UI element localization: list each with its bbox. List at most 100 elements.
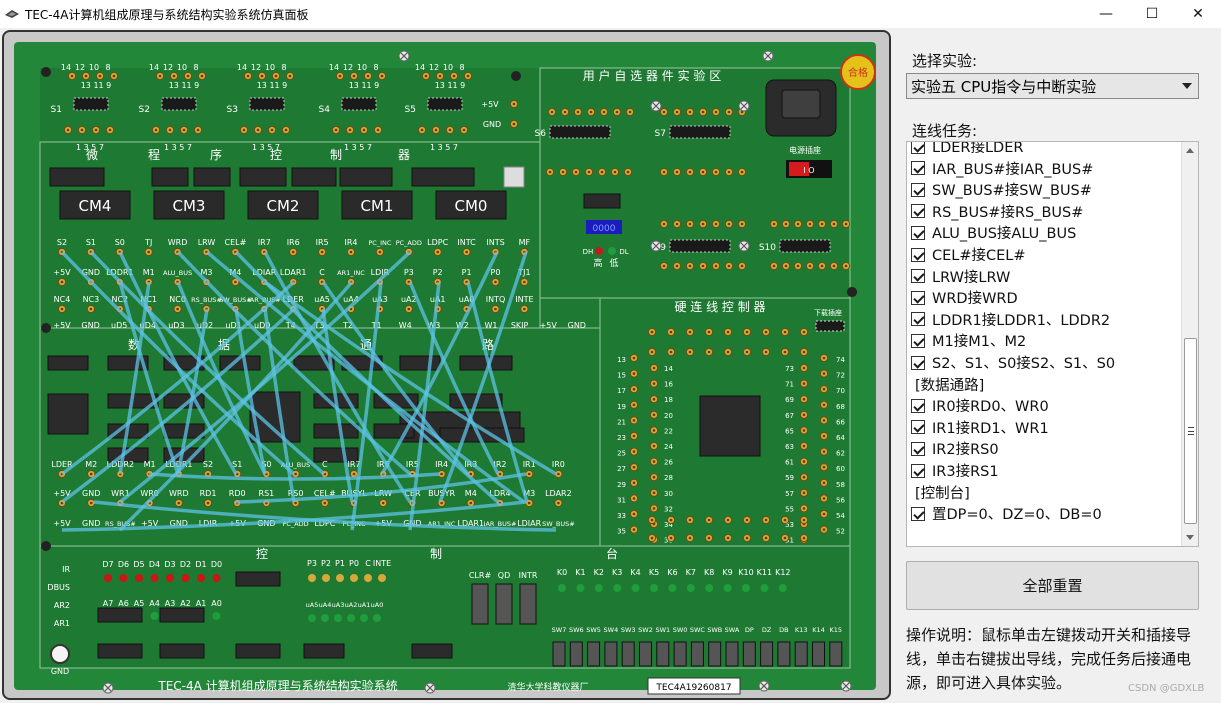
dip-switch-body[interactable] (549, 125, 611, 139)
maximize-button[interactable]: ☐ (1129, 0, 1175, 28)
jack-hole (707, 350, 711, 354)
toggle-switch[interactable] (604, 641, 618, 667)
dip-switch-body[interactable] (249, 97, 285, 111)
toggle-switch[interactable] (569, 641, 583, 667)
toggle-switch[interactable] (708, 641, 722, 667)
task-item[interactable]: IR1接RD1、WR1 (911, 417, 1049, 438)
scroll-down-icon[interactable] (1186, 535, 1194, 540)
dip-switch-body[interactable] (669, 125, 731, 139)
jack-hole (650, 518, 654, 522)
task-checkbox[interactable] (911, 441, 925, 456)
k-label: K4 (630, 568, 640, 577)
task-item[interactable]: IR0接RD0、WR0 (911, 395, 1049, 416)
console-pushbutton[interactable] (471, 583, 489, 625)
task-checkbox[interactable] (911, 333, 925, 348)
task-item[interactable]: LRW接LRW (911, 266, 1010, 287)
close-button[interactable]: ✕ (1175, 0, 1221, 28)
addr-led-icon (150, 612, 159, 620)
scroll-up-icon[interactable] (1186, 148, 1194, 153)
console-pushbutton[interactable] (519, 583, 537, 625)
toggle-switch[interactable] (587, 641, 601, 667)
task-checkbox[interactable] (911, 182, 925, 197)
task-item[interactable]: IR2接RS0 (911, 438, 999, 459)
toggle-switch[interactable] (639, 641, 652, 667)
signal-label: M4 (465, 489, 477, 498)
task-item[interactable]: 置DP=0、DZ=0、DB=0 (911, 503, 1102, 524)
grip-icon (1188, 427, 1194, 435)
k-label: K11 (757, 568, 772, 577)
jack-hole (424, 74, 428, 78)
task-item[interactable]: RS_BUS#接RS_BUS# (911, 201, 1083, 222)
task-checkbox[interactable] (911, 463, 925, 478)
pin-number: 8 (459, 63, 464, 72)
toggle-switch[interactable] (829, 641, 843, 667)
task-checkbox[interactable] (911, 204, 925, 219)
dip-switch-body[interactable] (161, 97, 197, 111)
reset-all-button[interactable]: 全部重置 (906, 561, 1199, 610)
task-list[interactable]: LDER接LDER IAR_BUS#接IAR_BUS# SW_BUS#接SW_BUS… (906, 141, 1199, 547)
jack-hole (632, 372, 636, 375)
task-item[interactable]: CEL#接CEL# (911, 244, 1026, 265)
toggle-switch[interactable] (760, 641, 774, 667)
toggle-switch[interactable] (742, 641, 756, 667)
k-label: K6 (667, 568, 677, 577)
toggle-switch[interactable] (812, 641, 825, 667)
toggle-switch[interactable] (794, 641, 808, 667)
dip-switch-body[interactable] (669, 239, 731, 253)
task-checkbox[interactable] (911, 355, 925, 370)
task-item[interactable]: M1接M1、M2 (911, 330, 1026, 351)
cm-label: CM2 (267, 197, 300, 215)
task-item[interactable]: ALU_BUS接ALU_BUS (911, 222, 1076, 243)
toggle-switch[interactable] (777, 641, 791, 667)
task-item[interactable]: IAR_BUS#接IAR_BUS# (911, 158, 1093, 179)
jack-hole (632, 465, 636, 469)
led-dh-icon (595, 247, 603, 255)
dip-switch-body[interactable] (341, 97, 377, 111)
task-list-scrollbar[interactable] (1181, 142, 1198, 546)
task-item[interactable]: WRD接WRD (911, 287, 1018, 308)
task-item[interactable]: SW_BUS#接SW_BUS# (911, 179, 1092, 200)
task-checkbox[interactable] (911, 161, 925, 176)
minimize-button[interactable]: — (1083, 0, 1129, 28)
toggle-switch[interactable] (656, 641, 670, 667)
signal-label: NC3 (83, 295, 100, 304)
task-checkbox[interactable] (911, 225, 925, 240)
task-checkbox[interactable] (911, 398, 925, 413)
task-checkbox[interactable] (911, 247, 925, 262)
jack-hole (557, 472, 560, 476)
task-item[interactable]: LDER接LDER (911, 142, 1023, 157)
experiment-select[interactable]: 实验五 CPU指令与中断实验 (906, 73, 1199, 99)
jack-hole (650, 350, 654, 354)
console-pushbutton[interactable] (495, 583, 513, 625)
download-port[interactable] (815, 320, 845, 332)
task-label: SW_BUS#接SW_BUS# (932, 183, 1092, 200)
task-checkbox[interactable] (911, 506, 925, 521)
signal-label: P3 (404, 268, 414, 277)
task-checkbox[interactable] (911, 420, 925, 435)
task-checkbox[interactable] (911, 269, 925, 284)
dip-switch-body[interactable] (427, 97, 463, 111)
toggle-switch[interactable] (690, 641, 704, 667)
ic-chip (239, 167, 287, 187)
dip-switch-body[interactable] (73, 97, 109, 111)
data-led-icon (104, 574, 112, 582)
dip-switch-body[interactable] (779, 239, 831, 253)
gnd-terminal[interactable] (50, 644, 70, 664)
toggle-switch[interactable] (552, 641, 566, 667)
simulation-board[interactable]: 微程序控制器数据通路控制台用 户 自 选 器 件 实 验 区硬 连 线 控 制 … (4, 32, 889, 698)
task-item[interactable]: LDDR1接LDDR1、LDDR2 (911, 309, 1110, 330)
task-checkbox[interactable] (911, 312, 925, 327)
signal-label: RD1 (200, 489, 217, 498)
jack-hole (727, 110, 731, 114)
toggle-switch[interactable] (673, 641, 687, 667)
toggle-switch[interactable] (621, 641, 635, 667)
task-checkbox[interactable] (911, 290, 925, 305)
task-checkbox[interactable] (911, 142, 925, 154)
scroll-thumb[interactable] (1184, 338, 1197, 524)
k-label: K7 (686, 568, 696, 577)
toggle-switch[interactable] (725, 641, 739, 667)
task-item[interactable]: S2、S1、S0接S2、S1、S0 (911, 352, 1115, 373)
footer-title: TEC-4A 计算机组成原理与系统结构实验系统 (157, 678, 397, 693)
jack-hole (632, 387, 636, 391)
task-item[interactable]: IR3接RS1 (911, 460, 999, 481)
